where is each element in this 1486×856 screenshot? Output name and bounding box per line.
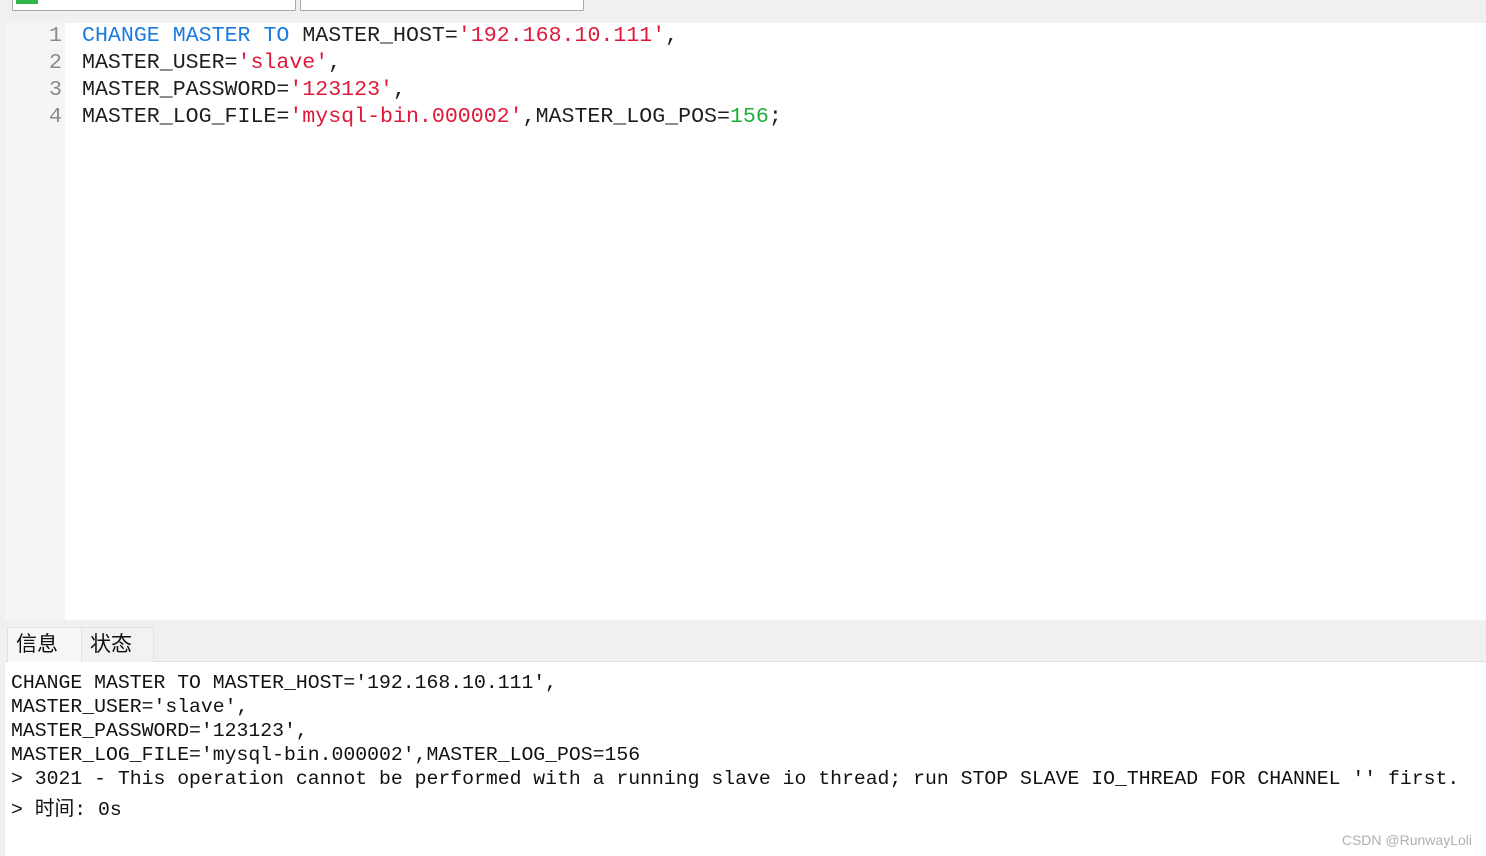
line-number: 2 (49, 51, 62, 75)
output-line: MASTER_USER='slave', (11, 696, 249, 718)
output-line: MASTER_PASSWORD='123123', (11, 720, 308, 742)
code-line: CHANGE MASTER TO MASTER_HOST='192.168.10… (82, 24, 679, 48)
code-line: MASTER_LOG_FILE='mysql-bin.000002',MASTE… (82, 105, 782, 129)
output-line: MASTER_LOG_FILE='mysql-bin.000002',MASTE… (11, 744, 641, 766)
line-number: 4 (49, 105, 62, 129)
connection-select[interactable] (12, 0, 296, 11)
error-line: > 3021 - This operation cannot be perfor… (11, 768, 1460, 790)
tab-status[interactable]: 状态 (81, 627, 154, 662)
code-line: MASTER_PASSWORD='123123', (82, 78, 406, 102)
line-number: 3 (49, 78, 62, 102)
watermark: CSDN @RunwayLoli (1341, 832, 1472, 848)
database-select[interactable] (300, 0, 584, 11)
toolbar (0, 0, 1486, 22)
tab-info[interactable]: 信息 (7, 627, 83, 662)
output-line: CHANGE MASTER TO MASTER_HOST='192.168.10… (11, 672, 558, 694)
time-line: > 时间: 0s (11, 799, 122, 821)
message-output: CHANGE MASTER TO MASTER_HOST='192.168.10… (5, 662, 1486, 856)
result-tabs: 信息 状态 (5, 626, 1486, 662)
code-line: MASTER_USER='slave', (82, 51, 342, 75)
connection-icon (16, 0, 38, 4)
sql-editor[interactable]: 1 2 3 4 CHANGE MASTER TO MASTER_HOST='19… (5, 23, 1486, 620)
line-number: 1 (49, 24, 62, 48)
